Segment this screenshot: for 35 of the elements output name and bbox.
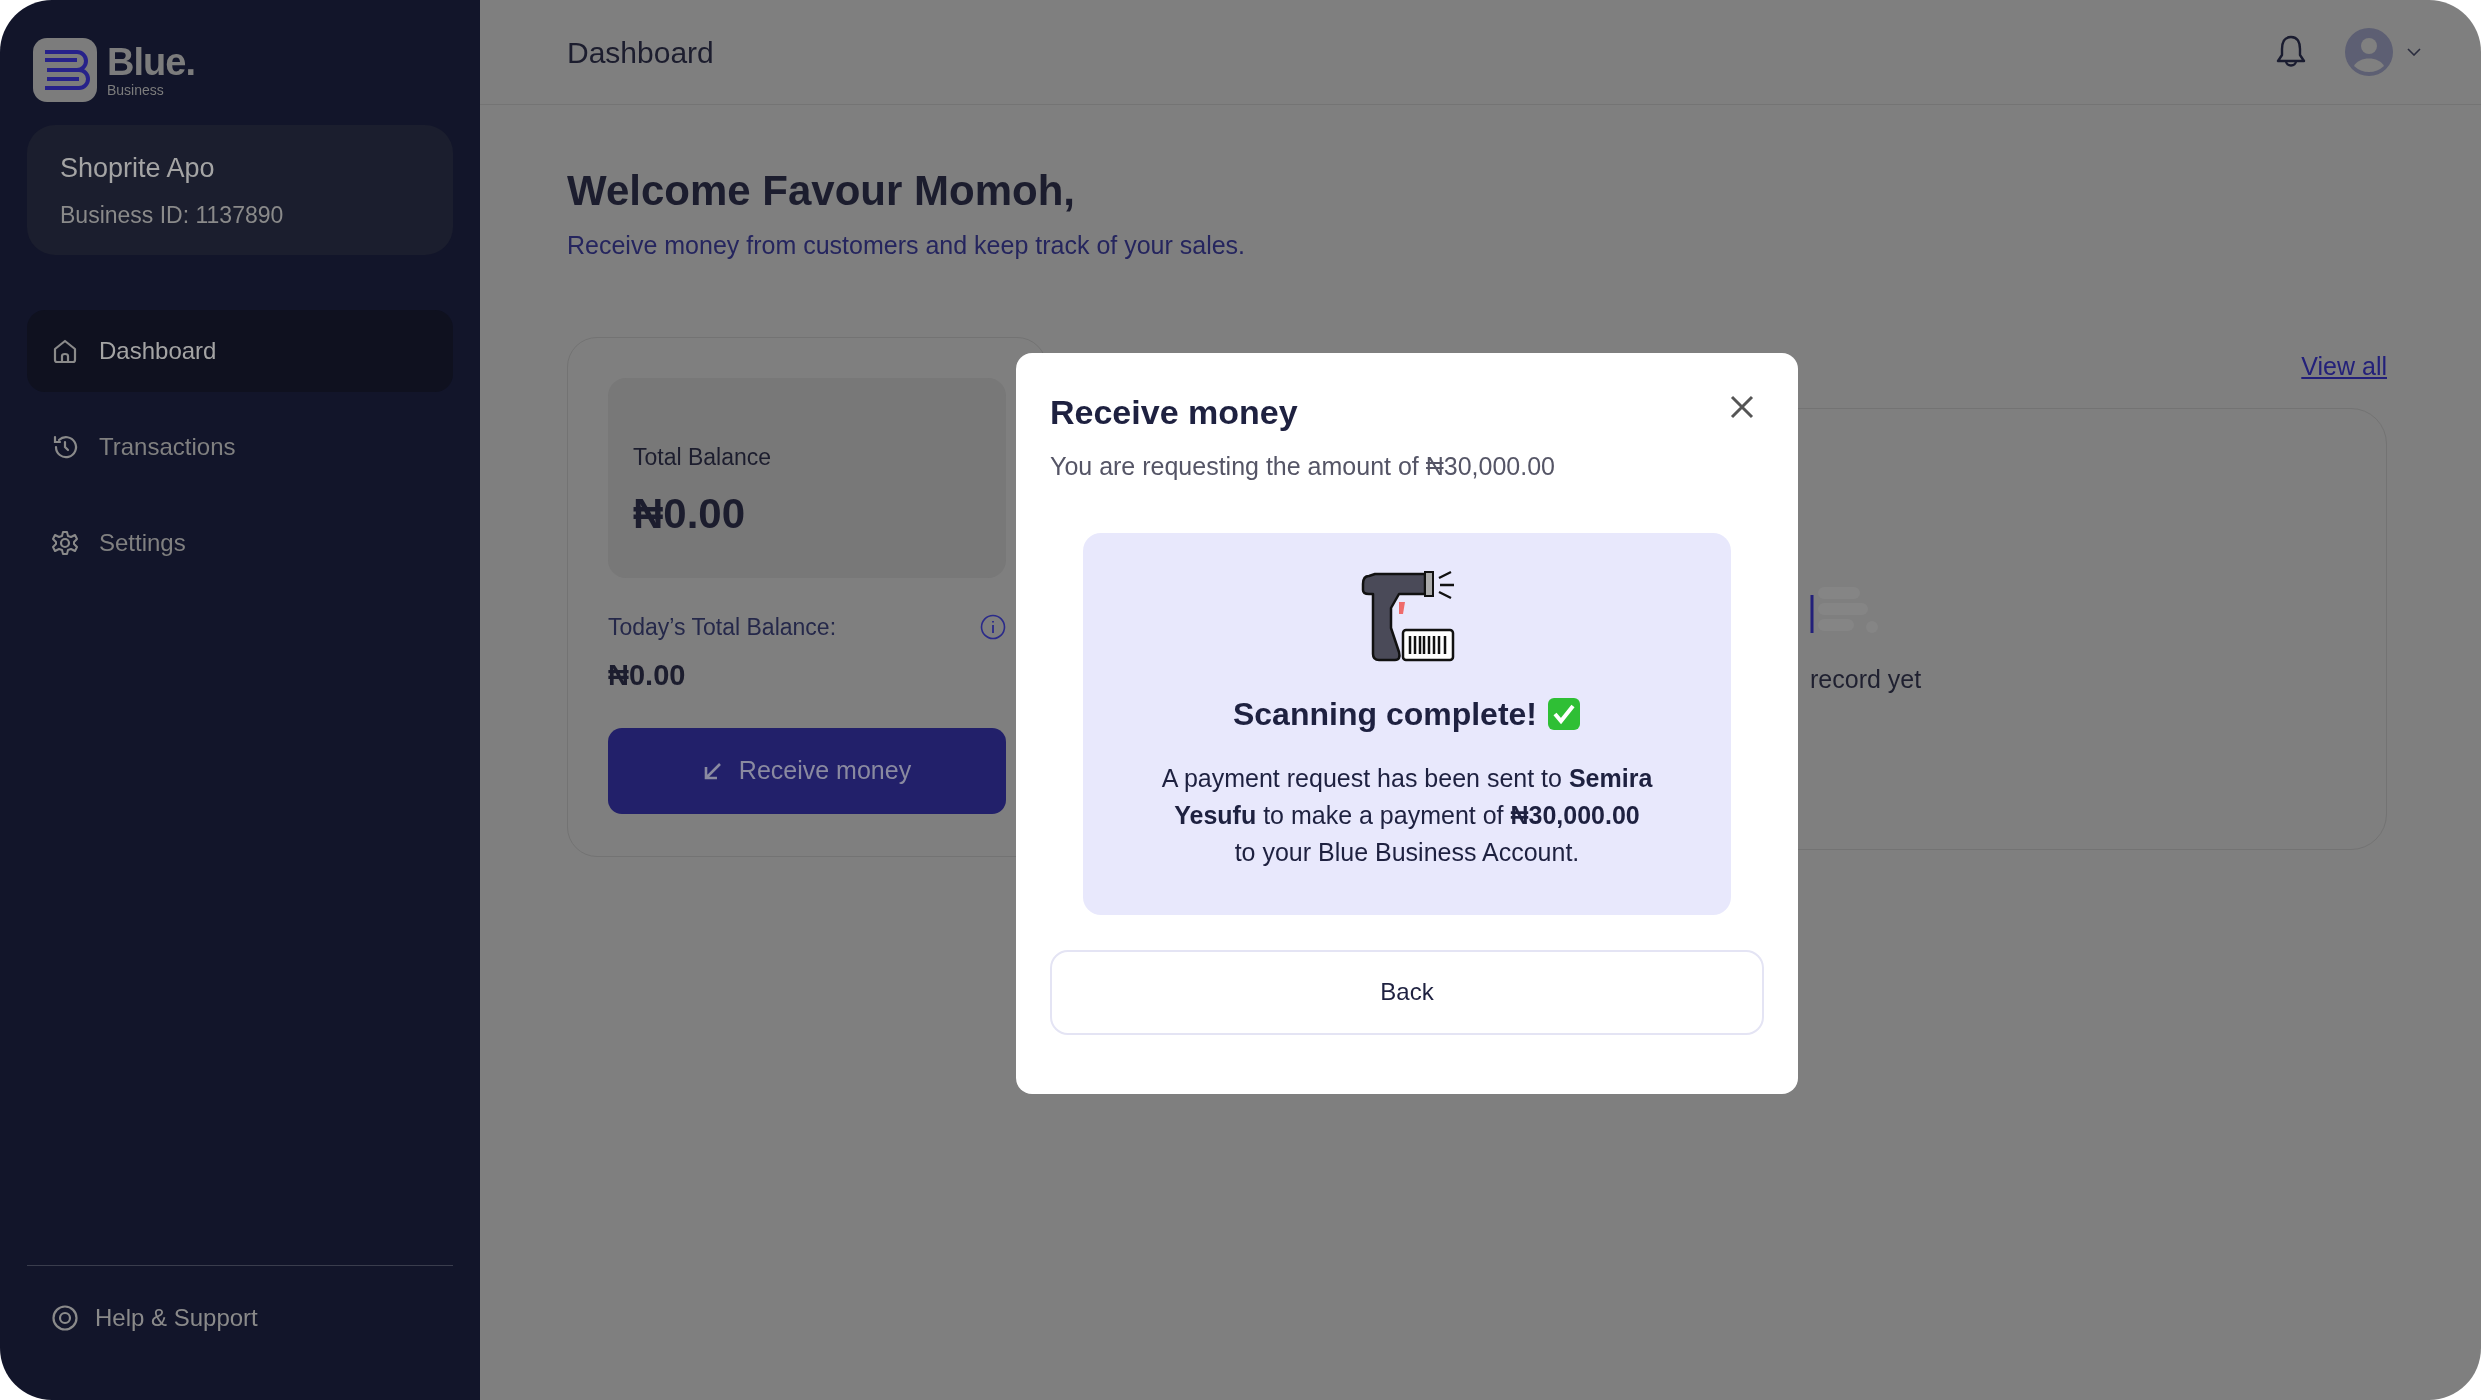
- status-message: A payment request has been sent to Semira Yesufu to make a payment of ₦30,000.00 to your Blue Business Account.: [1161, 762, 1653, 868]
- page-title: Dashboard: [567, 34, 714, 71]
- view-all-link[interactable]: View all: [2301, 347, 2387, 386]
- help-icon: [51, 1304, 79, 1332]
- nav-item[interactable]: Transactions: [27, 406, 453, 488]
- receive-money-button[interactable]: Receive money: [608, 727, 1006, 814]
- close-icon[interactable]: [1730, 395, 1754, 419]
- home-icon: [51, 337, 79, 365]
- arrow-down-left-icon: [702, 760, 723, 781]
- status-heading: Scanning complete!: [1232, 694, 1537, 734]
- history-icon: [51, 433, 79, 461]
- today-balance-amount: ₦0.00: [608, 658, 687, 693]
- avatar-icon: [2345, 28, 2393, 76]
- empty-state-text: record yet: [1810, 663, 1923, 695]
- total-balance-amount: ₦0.00: [633, 489, 747, 539]
- today-balance-label: Today’s Total Balance:: [608, 612, 837, 642]
- logo-wordmark: Blue.: [107, 42, 196, 82]
- logo-icon: [33, 38, 97, 102]
- welcome-subtitle: Receive money from customers and keep track of your sales.: [567, 230, 1247, 261]
- info-icon[interactable]: [980, 613, 1006, 640]
- nav-item[interactable]: Settings: [27, 502, 453, 584]
- caret-icon: [2407, 48, 2421, 56]
- settings-icon: [51, 529, 79, 557]
- dialog-title: Receive money: [1050, 392, 1298, 433]
- notification-bell-icon[interactable]: [2275, 34, 2307, 70]
- business-id: Business ID: 1137890: [60, 201, 285, 230]
- total-balance-label: Total Balance: [633, 442, 773, 472]
- check-icon: [1547, 696, 1581, 731]
- dialog-subtitle: You are requesting the amount of ₦30,000.00: [1050, 451, 1556, 482]
- back-button[interactable]: Back: [1050, 949, 1764, 1035]
- help-support-link[interactable]: Help & Support: [51, 1300, 258, 1336]
- logo-tagline: Business: [107, 82, 165, 98]
- business-name: Shoprite Apo: [60, 151, 216, 185]
- nav-item[interactable]: Dashboard: [27, 310, 453, 392]
- welcome-heading: Welcome Favour Momoh,: [567, 166, 1076, 216]
